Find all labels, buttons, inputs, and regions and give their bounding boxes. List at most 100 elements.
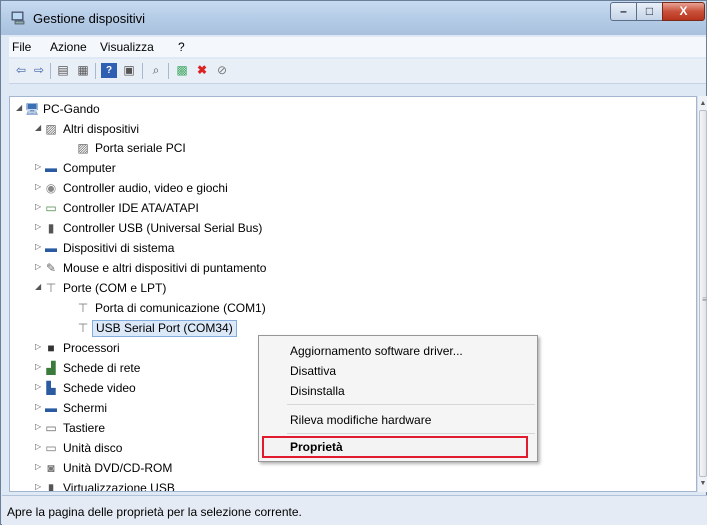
toolbar-separator bbox=[142, 63, 143, 79]
menu-item-rileva-modifiche[interactable]: Rileva modifiche hardware bbox=[290, 413, 431, 427]
tree-item-label: Processori bbox=[63, 341, 120, 355]
tree-item-label: Schede video bbox=[63, 381, 136, 395]
status-text: Apre la pagina delle proprietà per la se… bbox=[7, 505, 302, 519]
tree-item-label: Schermi bbox=[63, 401, 108, 415]
menu-separator bbox=[287, 404, 535, 405]
tree-item-controller-usb[interactable]: ▷ ▮ Controller USB (Universal Serial Bus… bbox=[10, 219, 330, 237]
tree-item-label: Unità DVD/CD-ROM bbox=[63, 461, 173, 475]
toolbar-separator bbox=[168, 63, 169, 79]
tree-item-porte[interactable]: ◢ ⊤ Porte (COM e LPT) bbox=[10, 279, 330, 297]
list-view-icon[interactable]: ▦ bbox=[75, 63, 91, 78]
toolbar: ⇦ ⇨ ▤ ▦ ? ▣ ⌕ ▩ ✖ ⊘ bbox=[9, 59, 706, 84]
tree-item-porta-seriale-pci[interactable]: ▨ Porta seriale PCI bbox=[10, 139, 310, 157]
toolbar-separator bbox=[95, 63, 96, 79]
menu-item-aggiornamento-driver[interactable]: Aggiornamento software driver... bbox=[290, 344, 463, 358]
port-icon: ⊤ bbox=[45, 281, 57, 295]
speaker-icon: ◉ bbox=[45, 181, 57, 195]
tree-item-label: Porta seriale PCI bbox=[95, 141, 186, 155]
tree-item-usb-serial-port[interactable]: ⊤ USB Serial Port (COM34) bbox=[10, 319, 290, 337]
unknown-device-icon: ▨ bbox=[77, 141, 89, 155]
forward-arrow-icon[interactable]: ⇨ bbox=[31, 63, 47, 78]
keyboard-icon: ▭ bbox=[45, 421, 57, 435]
system-devices-icon: ▬ bbox=[45, 241, 57, 255]
computer-icon: 🖥 bbox=[24, 102, 40, 116]
tree-item-virtualizzazione-usb[interactable]: ▷ ▮ Virtualizzazione USB bbox=[10, 479, 250, 492]
device-manager-window: Gestione dispositivi – □ X File Azione V… bbox=[0, 0, 707, 525]
tree-root[interactable]: ◢ 🖥 PC-Gando bbox=[10, 100, 310, 118]
tree-item-label: Dispositivi di sistema bbox=[63, 241, 175, 255]
scan-hardware-icon[interactable]: ⌕ bbox=[148, 63, 164, 78]
status-bar: Apre la pagina delle proprietà per la se… bbox=[2, 495, 707, 525]
scroll-up-icon[interactable]: ▲ bbox=[698, 98, 707, 110]
tree-item-label: Mouse e altri dispositivi di puntamento bbox=[63, 261, 267, 275]
menu-item-proprieta[interactable]: Proprietà bbox=[290, 440, 343, 454]
processor-icon: ■ bbox=[47, 341, 55, 355]
tree-item-processori[interactable]: ▷ ■ Processori bbox=[10, 339, 250, 357]
display-adapter-icon: ▙ bbox=[46, 381, 56, 395]
tree-item-schermi[interactable]: ▷ ▬ Schermi bbox=[10, 399, 250, 417]
properties-icon[interactable]: ▣ bbox=[121, 63, 137, 78]
port-icon: ⊤ bbox=[77, 321, 89, 335]
device-view-icon[interactable]: ▤ bbox=[55, 63, 71, 78]
tree-item-label: Schede di rete bbox=[63, 361, 141, 375]
tree-item-label: Computer bbox=[63, 161, 116, 175]
usb-plug-icon: ▮ bbox=[47, 481, 55, 492]
close-icon: X bbox=[679, 4, 688, 18]
unknown-device-icon: ▨ bbox=[45, 122, 57, 136]
vertical-scrollbar[interactable]: ▲ ≡ ▼ bbox=[697, 96, 707, 492]
tree-item-dispositivi-sistema[interactable]: ▷ ▬ Dispositivi di sistema bbox=[10, 239, 330, 257]
back-arrow-icon[interactable]: ⇦ bbox=[13, 63, 29, 78]
dvd-drive-icon: ◙ bbox=[47, 461, 55, 475]
scroll-down-icon[interactable]: ▼ bbox=[698, 478, 707, 490]
tree-item-computer[interactable]: ▷ ▬ Computer bbox=[10, 159, 310, 177]
disable-device-icon[interactable]: ⊘ bbox=[214, 63, 230, 78]
tree-item-com1[interactable]: ⊤ Porta di comunicazione (COM1) bbox=[10, 299, 330, 317]
uninstall-icon[interactable]: ✖ bbox=[194, 63, 210, 78]
toolbar-separator bbox=[50, 63, 51, 79]
tree-item-altri-dispositivi[interactable]: ◢ ▨ Altri dispositivi bbox=[10, 120, 310, 138]
tree-item-schede-video[interactable]: ▷ ▙ Schede video bbox=[10, 379, 250, 397]
tree-item-label: Controller audio, video e giochi bbox=[63, 181, 228, 195]
menu-file[interactable]: File bbox=[12, 40, 31, 54]
menu-visualizza[interactable]: Visualizza bbox=[100, 40, 154, 54]
menu-bar: File Azione Visualizza ? bbox=[9, 37, 706, 57]
menu-item-disinstalla[interactable]: Disinstalla bbox=[290, 384, 345, 398]
device-manager-icon bbox=[11, 11, 25, 25]
grip-icon: ≡ bbox=[702, 295, 707, 304]
menu-help[interactable]: ? bbox=[178, 40, 185, 54]
tree-item-label: Altri dispositivi bbox=[63, 122, 140, 136]
tree-item-unita-dvd[interactable]: ▷ ◙ Unità DVD/CD-ROM bbox=[10, 459, 250, 477]
disk-drive-icon: ▭ bbox=[45, 441, 57, 455]
minimize-icon: – bbox=[620, 4, 627, 18]
tree-item-label: Tastiere bbox=[63, 421, 106, 435]
window-title: Gestione dispositivi bbox=[33, 11, 145, 26]
port-icon: ⊤ bbox=[77, 301, 89, 315]
tree-item-label: Unità disco bbox=[63, 441, 123, 455]
tree-root-label: PC-Gando bbox=[43, 102, 100, 116]
menu-separator bbox=[287, 433, 535, 434]
network-adapter-icon: ▟ bbox=[46, 361, 56, 375]
tree-item-label: Controller USB (Universal Serial Bus) bbox=[63, 221, 263, 235]
tree-item-controller-ide[interactable]: ▷ ▭ Controller IDE ATA/ATAPI bbox=[10, 199, 330, 217]
close-button[interactable]: X bbox=[662, 2, 705, 21]
minimize-button[interactable]: – bbox=[610, 2, 637, 21]
maximize-button[interactable]: □ bbox=[636, 2, 663, 21]
tree-item-mouse[interactable]: ▷ ✎ Mouse e altri dispositivi di puntame… bbox=[10, 259, 350, 277]
tree-item-unita-disco[interactable]: ▷ ▭ Unità disco bbox=[10, 439, 250, 457]
tree-item-label: Virtualizzazione USB bbox=[63, 481, 175, 492]
tree-item-controller-audio[interactable]: ▷ ◉ Controller audio, video e giochi bbox=[10, 179, 330, 197]
tree-item-label: Porte (COM e LPT) bbox=[63, 281, 167, 295]
ide-controller-icon: ▭ bbox=[45, 201, 57, 215]
usb-plug-icon: ▮ bbox=[47, 221, 55, 235]
title-bar[interactable]: Gestione dispositivi – □ X bbox=[1, 1, 706, 35]
tree-item-label: Porta di comunicazione (COM1) bbox=[95, 301, 266, 315]
tree-item-schede-rete[interactable]: ▷ ▟ Schede di rete bbox=[10, 359, 250, 377]
scrollbar-thumb[interactable]: ≡ bbox=[699, 110, 707, 477]
menu-azione[interactable]: Azione bbox=[50, 40, 87, 54]
monitor-icon: ▬ bbox=[45, 401, 57, 415]
menu-item-disattiva[interactable]: Disattiva bbox=[290, 364, 336, 378]
tree-item-tastiere[interactable]: ▷ ▭ Tastiere bbox=[10, 419, 250, 437]
update-driver-icon[interactable]: ▩ bbox=[174, 63, 190, 78]
tree-item-label-selected: USB Serial Port (COM34) bbox=[92, 320, 237, 337]
help-icon[interactable]: ? bbox=[101, 63, 117, 78]
